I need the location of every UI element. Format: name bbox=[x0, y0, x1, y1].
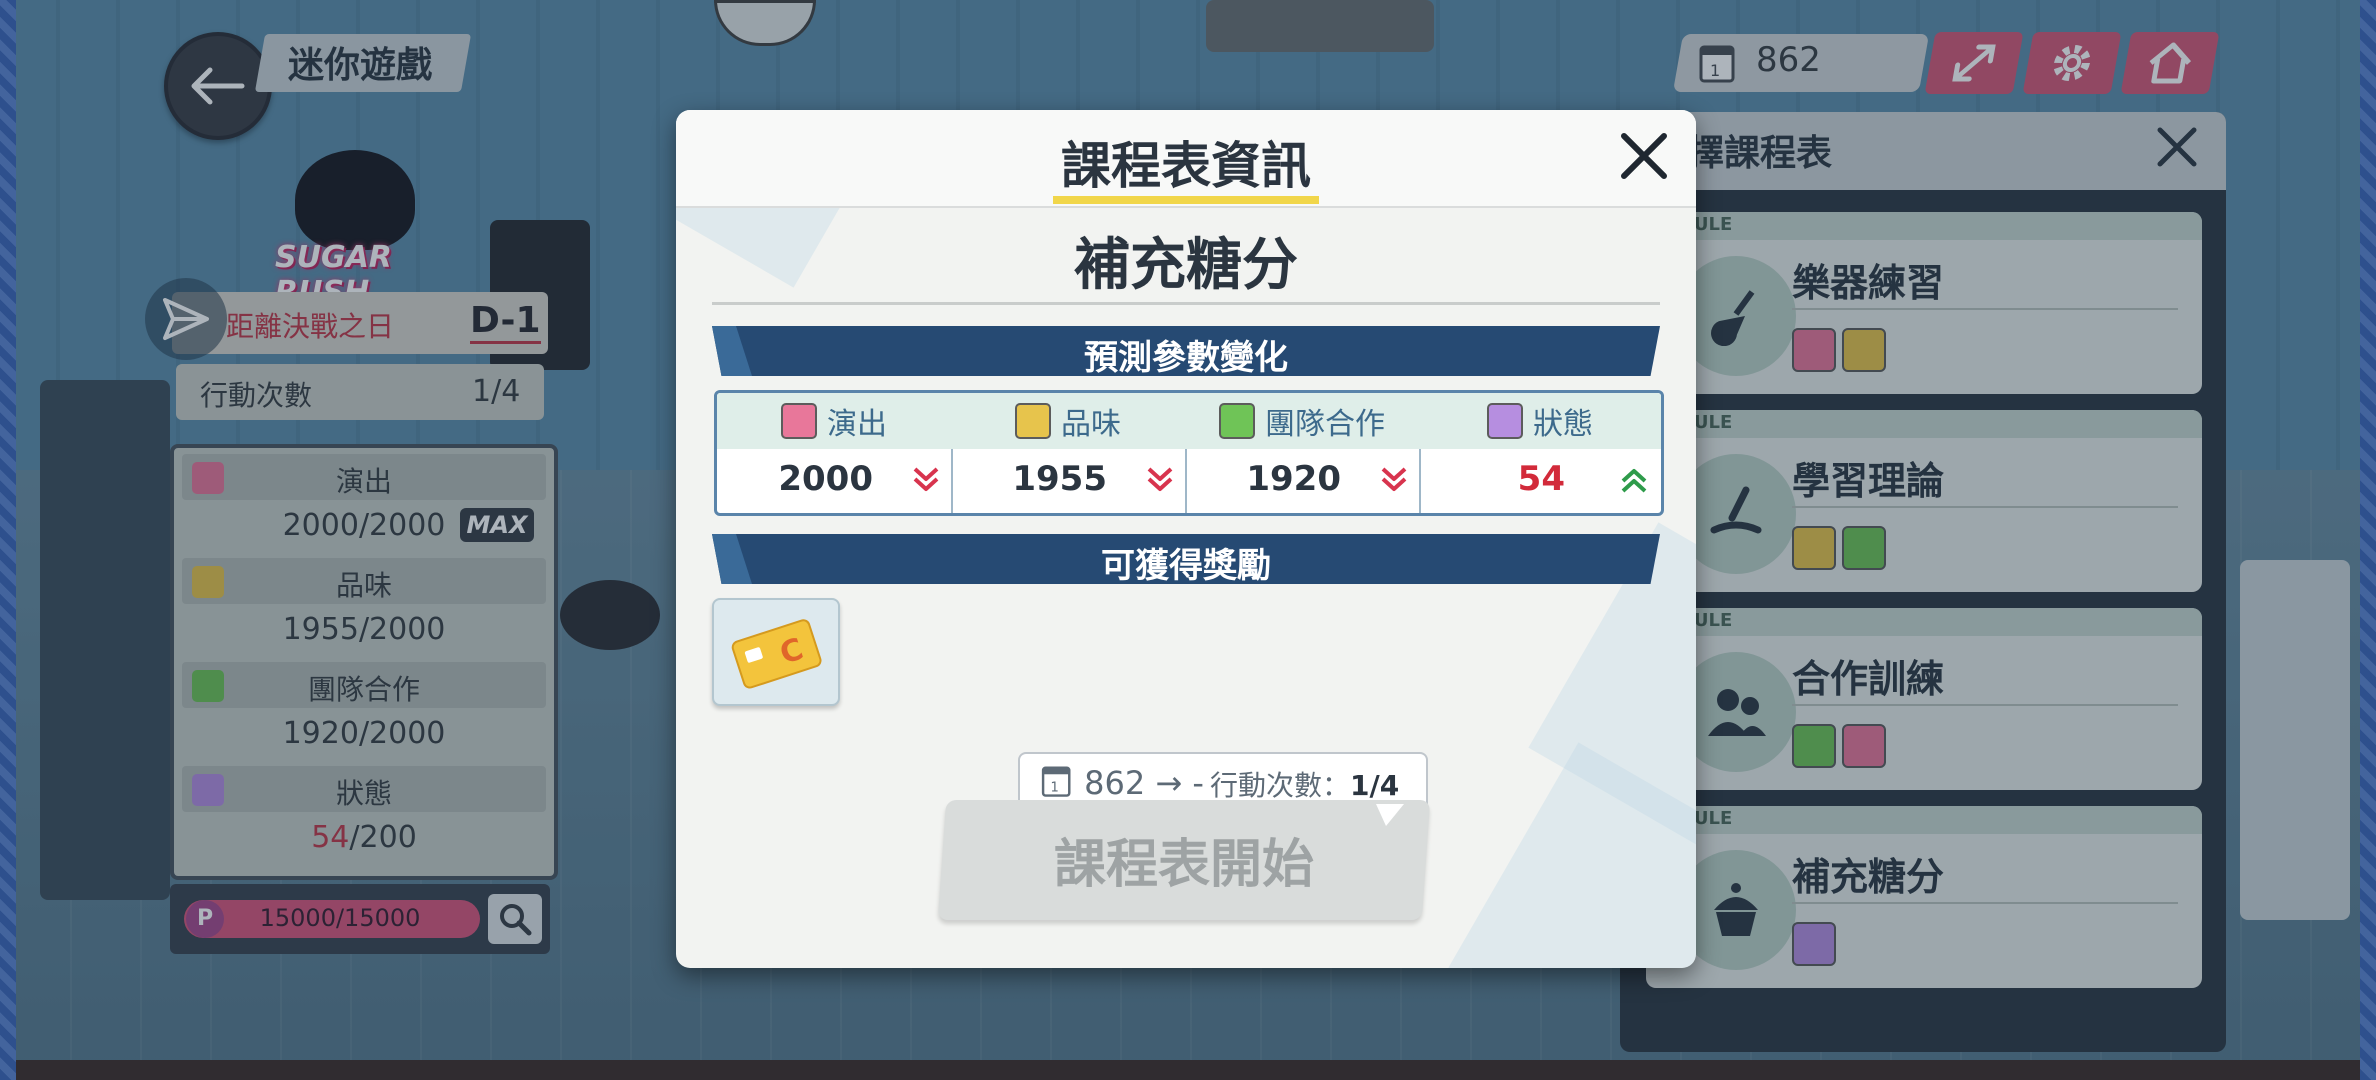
reward-item[interactable]: C bbox=[712, 598, 840, 706]
lesson-name: 補充糖分 bbox=[1074, 233, 1298, 298]
card-icon: C bbox=[731, 619, 822, 689]
divider bbox=[712, 302, 1660, 305]
param-name: 演出 bbox=[827, 407, 887, 442]
schedule-info-dialog: 課程表資訊 補充糖分 預測參數變化 演出 2000 品味 1955 團隊合作 1… bbox=[676, 110, 1696, 968]
bubble-tail bbox=[1376, 804, 1404, 826]
teamwork-icon bbox=[1219, 403, 1255, 439]
cost-actions-label: 行動次數： bbox=[1210, 769, 1351, 802]
param-body: 1920 bbox=[1185, 449, 1421, 513]
param-header: 演出 bbox=[717, 393, 953, 449]
close-icon bbox=[1621, 133, 1667, 179]
param-value: 54 bbox=[1517, 459, 1565, 499]
svg-text:1: 1 bbox=[1050, 780, 1058, 795]
cost-stamina: 1 862 → - bbox=[1040, 762, 1204, 802]
param-header: 品味 bbox=[951, 393, 1187, 449]
reward-header: 可獲得獎勵 bbox=[712, 534, 1660, 584]
param-body: 1955 bbox=[951, 449, 1187, 513]
arrow-right-icon: → bbox=[1155, 764, 1183, 802]
title-underline bbox=[1053, 196, 1319, 204]
taste-icon bbox=[1015, 403, 1051, 439]
microphone-icon bbox=[781, 403, 817, 439]
param-body: 2000 bbox=[717, 449, 953, 513]
param-column: 演出 2000 bbox=[717, 393, 953, 513]
param-column: 品味 1955 bbox=[951, 393, 1187, 513]
stamina-from: 862 bbox=[1084, 764, 1146, 802]
param-name: 狀態 bbox=[1533, 407, 1593, 442]
start-schedule-label: 課程表開始 bbox=[1053, 835, 1314, 895]
param-column: 狀態 54 bbox=[1419, 393, 1661, 513]
param-value: 1920 bbox=[1246, 459, 1341, 499]
decrease-arrow-icon bbox=[1147, 467, 1173, 491]
calendar-icon: 1 bbox=[1041, 766, 1071, 797]
param-header: 狀態 bbox=[1419, 393, 1661, 449]
dialog-close-button[interactable] bbox=[1614, 126, 1674, 186]
cost-actions-value: 1/4 bbox=[1350, 769, 1400, 802]
param-change-table: 演出 2000 品味 1955 團隊合作 1920 狀態 54 bbox=[714, 390, 1664, 516]
param-name: 品味 bbox=[1061, 407, 1121, 442]
predict-header: 預測參數變化 bbox=[712, 326, 1660, 376]
stamina-to: - bbox=[1192, 764, 1204, 802]
param-body: 54 bbox=[1419, 449, 1661, 513]
decrease-arrow-icon bbox=[1381, 467, 1407, 491]
param-column: 團隊合作 1920 bbox=[1185, 393, 1421, 513]
param-name: 團隊合作 bbox=[1265, 407, 1385, 442]
cost-actions: 行動次數：1/4 bbox=[1210, 764, 1399, 804]
predict-header-text: 預測參數變化 bbox=[1084, 338, 1288, 378]
param-header: 團隊合作 bbox=[1185, 393, 1421, 449]
reward-header-text: 可獲得獎勵 bbox=[1101, 546, 1271, 586]
dialog-title: 課程表資訊 bbox=[1061, 137, 1311, 195]
increase-arrow-icon bbox=[1621, 469, 1647, 493]
decrease-arrow-icon bbox=[913, 467, 939, 491]
cake-icon bbox=[1487, 403, 1523, 439]
param-value: 1955 bbox=[1012, 459, 1107, 499]
param-value: 2000 bbox=[778, 459, 873, 499]
